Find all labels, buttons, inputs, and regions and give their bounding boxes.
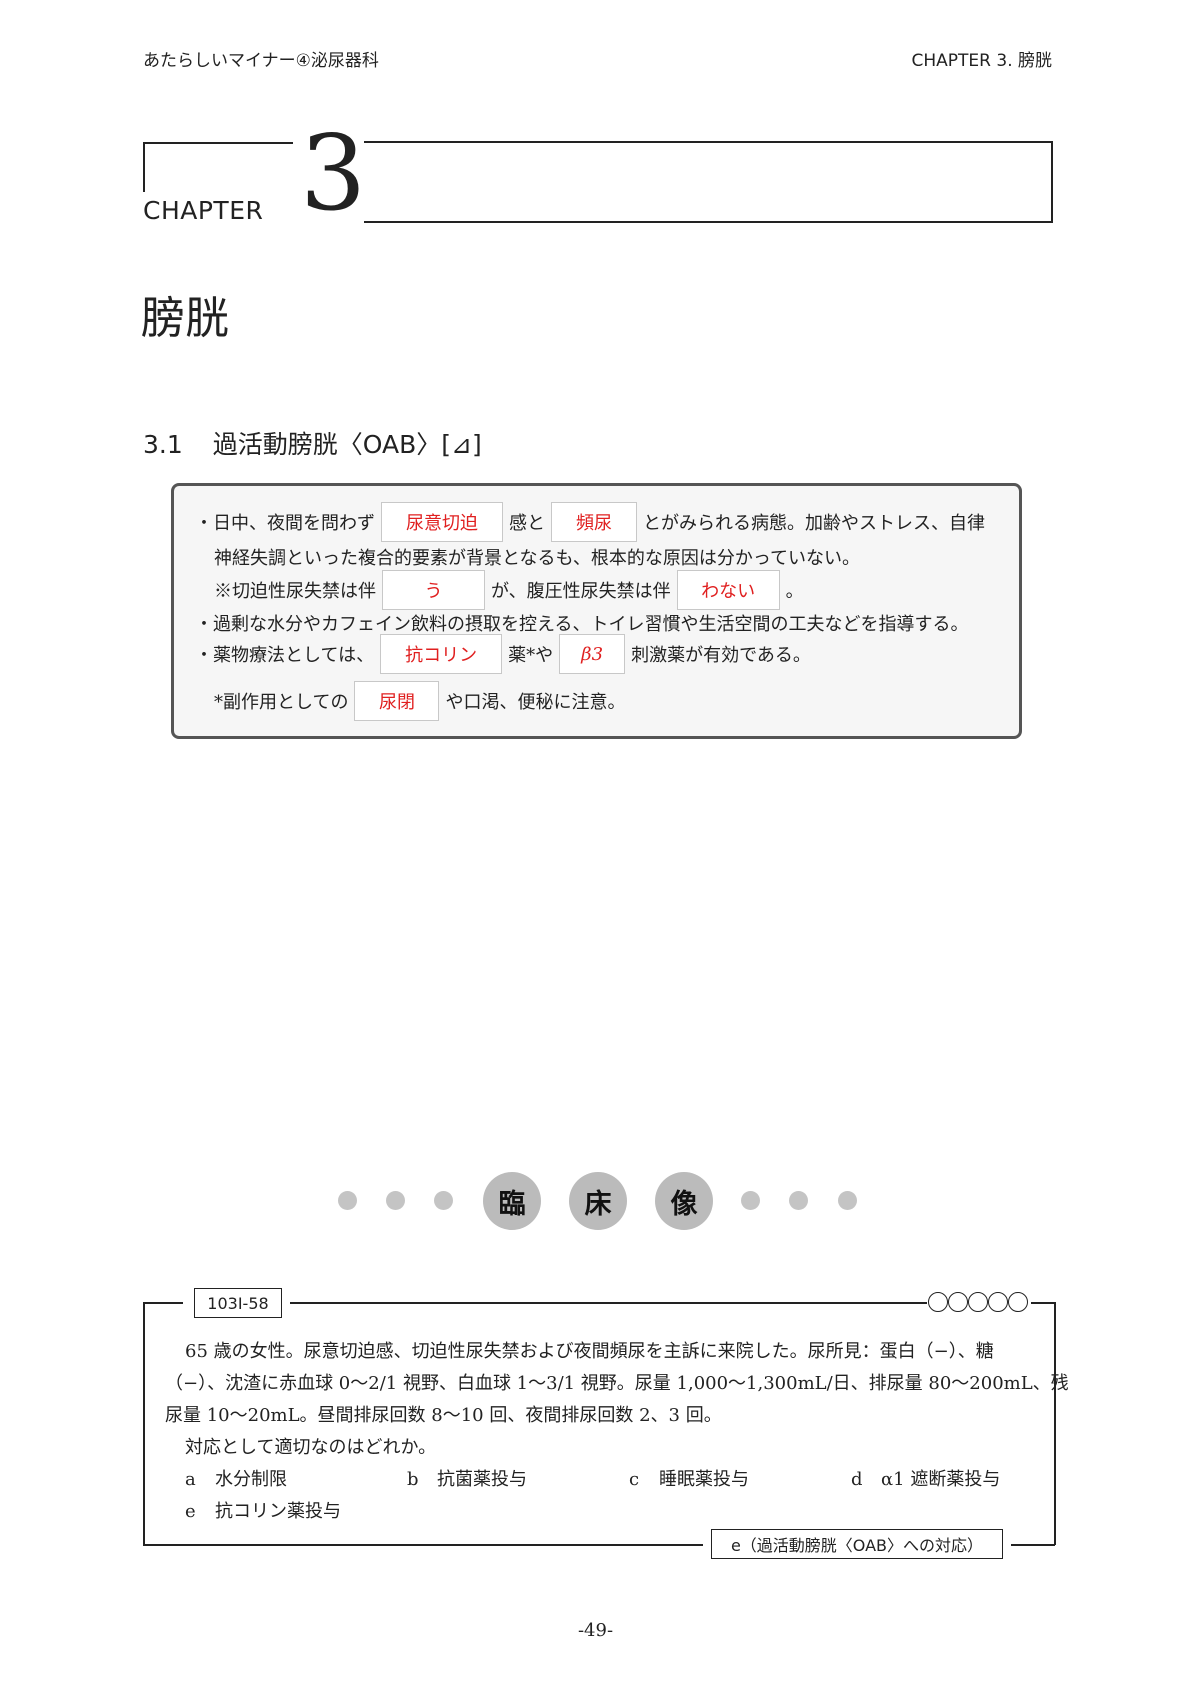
answer-blank-anticholinergic[interactable]: 抗コリン [380,634,503,674]
clinical-heading-char: 像 [655,1172,713,1230]
chapter-frame-left [143,142,145,192]
chapter-title: 膀胱 [141,293,229,344]
choice-d[interactable]: d α1 遮断薬投与 [851,1465,1000,1491]
summary-text: 感と [509,513,545,534]
question-id: 103I-58 [194,1288,282,1318]
summary-line-3: ※切迫性尿失禁は伴 う が、腹圧性尿失禁は伴 わない 。 [195,570,804,610]
choice-letter: d [851,1469,863,1490]
difficulty-circle [968,1292,988,1312]
page-number: -49- [577,1620,614,1641]
summary-line-4: ・過剰な水分やカフェイン飲料の摂取を控える、トイレ習慣や生活空間の工夫などを指導… [195,614,969,635]
answer-blank-urge-incontinence[interactable]: う [382,570,485,610]
summary-line-6: *副作用としての 尿閉 や口渇、便秘に注意。 [195,681,625,721]
choice-text: 抗コリン薬投与 [215,1501,341,1522]
section-title: 過活動膀胱〈OAB〉[⊿] [212,430,482,459]
running-header-book-title: あたらしいマイナー④泌尿器科 [143,51,379,71]
running-header-chapter: CHAPTER 3. 膀胱 [911,51,1053,71]
section-heading: 3.1 過活動膀胱〈OAB〉[⊿] [143,425,482,461]
choice-b[interactable]: b 抗菌薬投与 [407,1465,527,1491]
summary-text: 。 [785,581,804,602]
summary-text: 薬*や [508,645,554,666]
question-frame-line [143,1302,183,1304]
clinical-heading-char: 臨 [483,1172,541,1230]
decorative-dot [838,1191,857,1210]
question-frame-line [1031,1302,1055,1304]
answer-blank-retention[interactable]: 尿閉 [354,681,440,721]
choice-e[interactable]: e 抗コリン薬投与 [185,1497,341,1523]
question-frame-line [143,1302,145,1545]
choice-letter: b [407,1469,419,1490]
decorative-dot [386,1191,405,1210]
chapter-label: CHAPTER [143,196,264,225]
choice-letter: c [629,1469,640,1490]
choice-text: 抗菌薬投与 [437,1469,527,1490]
summary-text: ・日中、夜間を問わず [195,513,375,534]
summary-text: ・薬物療法としては、 [195,645,375,666]
question-frame-line [143,1544,703,1546]
summary-line-1: ・日中、夜間を問わず 尿意切迫 感と 頻尿 とがみられる病態。加齢やストレス、自… [195,502,985,542]
summary-line-5: ・薬物療法としては、 抗コリン 薬*や β3 刺激薬が有効である。 [195,634,811,674]
summary-line-2: 神経失調といった複合的要素が背景となるも、根本的な原因は分かっていない。 [214,548,861,569]
chapter-number: 3 [300,112,367,234]
choice-a[interactable]: a 水分制限 [185,1465,287,1491]
question-prompt: 対応として適切なのはどれか。 [185,1437,437,1458]
choice-c[interactable]: c 睡眠薬投与 [629,1465,749,1491]
answer-blank-beta3[interactable]: β3 [559,634,626,674]
question-stem-line-2: （−）、沈渣に赤血球 0〜2/1 視野、白血球 1〜3/1 視野。尿量 1,00… [165,1373,1069,1394]
question-frame-line [290,1302,927,1304]
choice-letter: e [185,1501,196,1522]
decorative-dot [741,1191,760,1210]
choice-text: 睡眠薬投与 [659,1469,749,1490]
decorative-dot [434,1191,453,1210]
choice-letter: a [185,1469,196,1490]
question-stem-line-1: 65 歳の女性。尿意切迫感、切迫性尿失禁および夜間頻尿を主訴に来院した。尿所見：… [185,1341,994,1362]
summary-text: とがみられる病態。加齢やストレス、自律 [643,513,985,534]
decorative-dot [338,1191,357,1210]
difficulty-circle [928,1292,948,1312]
question-stem-line-3: 尿量 10〜20mL。昼間排尿回数 8〜10 回、夜間排尿回数 2、3 回。 [165,1405,722,1426]
question-frame-line [1054,1302,1056,1545]
summary-text: や口渇、便秘に注意。 [445,692,626,713]
chapter-frame-right [364,141,1053,223]
clinical-heading-char: 床 [569,1172,627,1230]
summary-text: ※切迫性尿失禁は伴 [214,581,376,602]
answer-blank-frequency[interactable]: 頻尿 [551,502,637,542]
summary-text: *副作用としての [214,692,349,713]
question-frame-line [1011,1544,1055,1546]
summary-text: 刺激薬が有効である。 [631,645,811,666]
difficulty-circle [988,1292,1008,1312]
choice-text: α1 遮断薬投与 [881,1469,1001,1490]
chapter-frame-top-left [143,142,293,144]
decorative-dot [789,1191,808,1210]
answer-box: e（過活動膀胱〈OAB〉への対応） [711,1529,1003,1559]
difficulty-circle [948,1292,968,1312]
difficulty-circle [1008,1292,1028,1312]
answer-blank-stress-incontinence[interactable]: わない [676,570,780,610]
summary-text: が、腹圧性尿失禁は伴 [491,581,671,602]
answer-blank-urgency[interactable]: 尿意切迫 [381,502,503,542]
section-number: 3.1 [143,430,183,459]
choice-text: 水分制限 [215,1469,287,1490]
